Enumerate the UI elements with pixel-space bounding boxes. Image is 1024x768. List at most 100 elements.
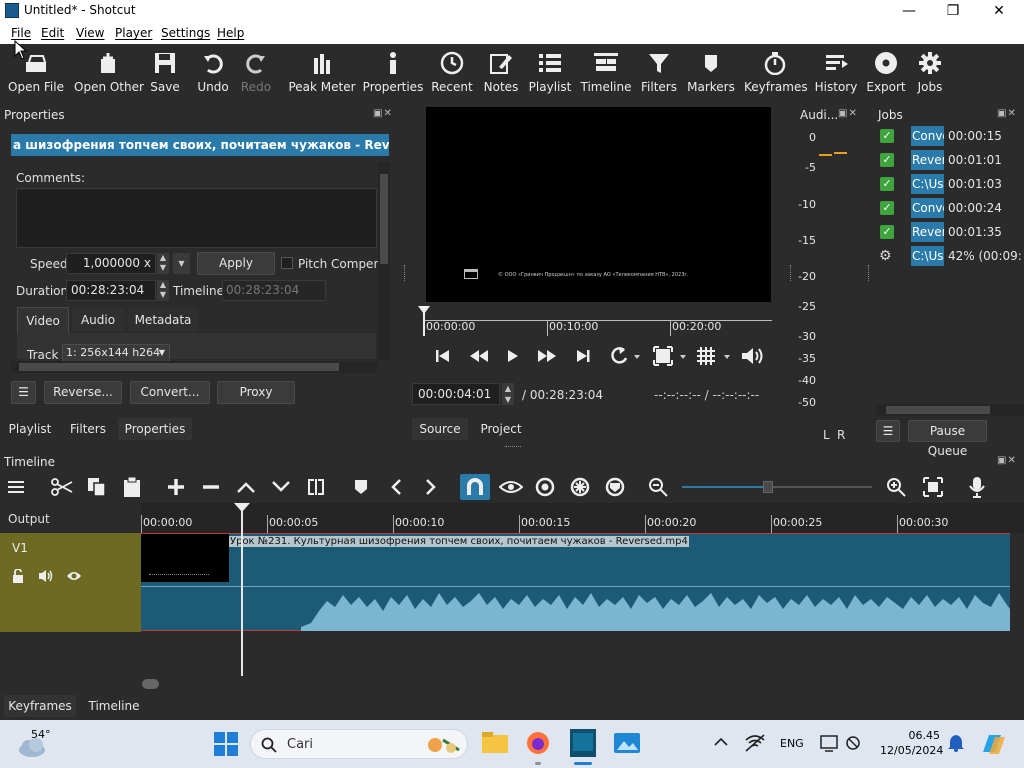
ripple-markers-icon[interactable] — [604, 477, 626, 497]
mute-icon[interactable] — [38, 569, 54, 583]
zoom-in-icon[interactable] — [886, 477, 908, 497]
track-select[interactable]: 1: 256x144 h264 ▼ — [62, 344, 170, 362]
fast-forward-icon[interactable] — [537, 348, 557, 364]
split-icon[interactable] — [305, 477, 327, 497]
append-icon[interactable] — [165, 477, 187, 497]
photos-icon[interactable] — [614, 731, 640, 755]
paste-icon[interactable] — [121, 477, 143, 497]
recent-button[interactable]: Recent — [430, 44, 474, 102]
tab-timeline[interactable]: Timeline — [80, 695, 148, 717]
lock-icon[interactable] — [12, 569, 24, 583]
markers-button[interactable]: Markers — [687, 44, 735, 102]
lift-icon[interactable] — [235, 477, 257, 497]
pitch-compensation-checkbox[interactable] — [281, 257, 293, 269]
properties-scrollbar[interactable] — [378, 162, 390, 360]
skip-to-end-icon[interactable] — [576, 348, 590, 364]
timeline-clip[interactable]: Урок №231. Культурная шизофрения топчем … — [141, 533, 1010, 631]
copilot-icon[interactable] — [980, 732, 1006, 756]
tab-keyframes[interactable]: Keyframes — [4, 695, 76, 717]
copy-icon[interactable] — [86, 477, 108, 497]
menu-edit[interactable]: Edit — [41, 26, 64, 40]
proxy-button[interactable]: Proxy — [217, 381, 295, 404]
position-timecode-input[interactable]: 00:00:04:01 — [412, 383, 500, 405]
language-indicator[interactable]: ENG — [780, 737, 804, 750]
reverse-button[interactable]: Reverse... — [44, 381, 122, 404]
job-row[interactable]: ✓ Conve 00:00:24 — [876, 198, 1024, 220]
tab-project[interactable]: Project — [472, 418, 530, 440]
tab-properties[interactable]: Properties — [118, 418, 192, 440]
duration-spinner[interactable]: ▲ ▼ — [157, 280, 169, 301]
close-button[interactable]: ✕ — [976, 0, 1022, 22]
loop-icon[interactable] — [610, 346, 640, 366]
splitter-handle-4[interactable] — [505, 446, 521, 449]
jobs-menu-icon[interactable]: ☰ — [876, 420, 900, 442]
peak-meter-button[interactable]: Peak Meter — [288, 44, 356, 102]
record-audio-icon[interactable] — [966, 477, 988, 498]
tab-audio[interactable]: Audio — [72, 308, 124, 332]
previous-marker-icon[interactable] — [385, 477, 407, 497]
taskbar-search[interactable]: Cari — [250, 729, 468, 759]
save-button[interactable]: Save — [145, 44, 185, 102]
menu-file[interactable]: File — [11, 26, 31, 40]
minimize-button[interactable]: — — [886, 0, 932, 22]
undo-button[interactable]: Undo — [193, 44, 233, 102]
zoom-slider[interactable] — [682, 481, 872, 493]
timeline-playhead[interactable] — [241, 503, 243, 676]
keyframes-button[interactable]: Keyframes — [744, 44, 808, 102]
video-preview[interactable]: © ООО «Гринвич Продакшн» по заказу АО «Т… — [426, 107, 771, 302]
comments-field[interactable] — [16, 188, 377, 248]
tab-playlist[interactable]: Playlist — [4, 418, 56, 440]
maximize-button[interactable]: ❐ — [930, 0, 976, 22]
job-row[interactable]: ✓ Revers 00:01:35 — [876, 222, 1024, 244]
speed-dropdown-icon[interactable]: ▼ — [173, 253, 190, 274]
duration-input[interactable]: 00:28:23:04 — [66, 280, 156, 301]
scrub-audio-icon[interactable] — [498, 477, 524, 497]
pause-queue-button[interactable]: Pause Queue — [908, 420, 987, 458]
skip-to-start-icon[interactable] — [436, 348, 450, 364]
timeline-menu-icon[interactable] — [6, 477, 28, 497]
ripple-all-tracks-icon[interactable] — [569, 477, 591, 497]
redo-button[interactable]: Redo — [236, 44, 276, 102]
menu-help[interactable]: Help — [217, 26, 244, 40]
jobs-hscrollbar[interactable] — [876, 404, 1024, 416]
zoom-out-icon[interactable] — [648, 477, 670, 497]
jobs-dock-buttons[interactable]: ▣✕ — [997, 108, 1019, 120]
menu-view[interactable]: View — [76, 26, 104, 40]
clock-date[interactable]: 12/05/2024 — [880, 744, 943, 757]
ripple-icon[interactable] — [534, 477, 556, 497]
player-ruler[interactable]: 00:00:00 00:10:00 00:20:00 — [418, 306, 772, 336]
zoom-fit-timeline-icon[interactable] — [922, 477, 944, 497]
timeline-hscrollbar[interactable] — [0, 676, 1024, 692]
cut-icon[interactable] — [51, 477, 73, 497]
network-icon[interactable] — [744, 734, 766, 752]
menu-player[interactable]: Player — [115, 26, 152, 40]
filters-button[interactable]: Filters — [638, 44, 680, 102]
tab-metadata[interactable]: Metadata — [128, 308, 198, 332]
marker-icon[interactable] — [350, 477, 372, 497]
snap-icon[interactable] — [460, 474, 490, 500]
properties-menu-icon[interactable]: ☰ — [11, 381, 36, 404]
audio-meter-dock-buttons[interactable]: ▣✕ — [838, 108, 860, 120]
history-button[interactable]: History — [814, 44, 858, 102]
zoom-fit-icon[interactable] — [653, 346, 689, 366]
properties-button[interactable]: Properties — [362, 44, 424, 102]
timeline-playhead-icon[interactable] — [234, 503, 250, 513]
open-other-button[interactable]: Open Other — [74, 44, 144, 102]
play-icon[interactable] — [507, 348, 519, 364]
timeline-dock-buttons[interactable]: ▣✕ — [997, 455, 1019, 467]
speed-spinner[interactable]: ▲ ▼ — [157, 253, 169, 274]
menu-settings[interactable]: Settings — [161, 26, 210, 40]
chevron-up-icon[interactable] — [714, 737, 728, 747]
player-playhead-icon[interactable] — [418, 306, 430, 336]
hide-track-icon[interactable] — [66, 570, 82, 582]
properties-hscrollbar[interactable] — [11, 361, 377, 373]
timeline-button[interactable]: Timeline — [580, 44, 632, 102]
splitter-handle[interactable] — [404, 265, 407, 281]
convert-button[interactable]: Convert... — [130, 381, 210, 404]
overwrite-icon[interactable] — [270, 477, 292, 497]
weather-temperature[interactable]: 54° — [31, 728, 51, 741]
track-header-v1[interactable]: V1 — [0, 533, 141, 632]
tab-filters[interactable]: Filters — [62, 418, 114, 440]
panel-dock-buttons[interactable]: ▣✕ — [373, 108, 395, 120]
notification-bell-icon[interactable] — [948, 734, 964, 752]
